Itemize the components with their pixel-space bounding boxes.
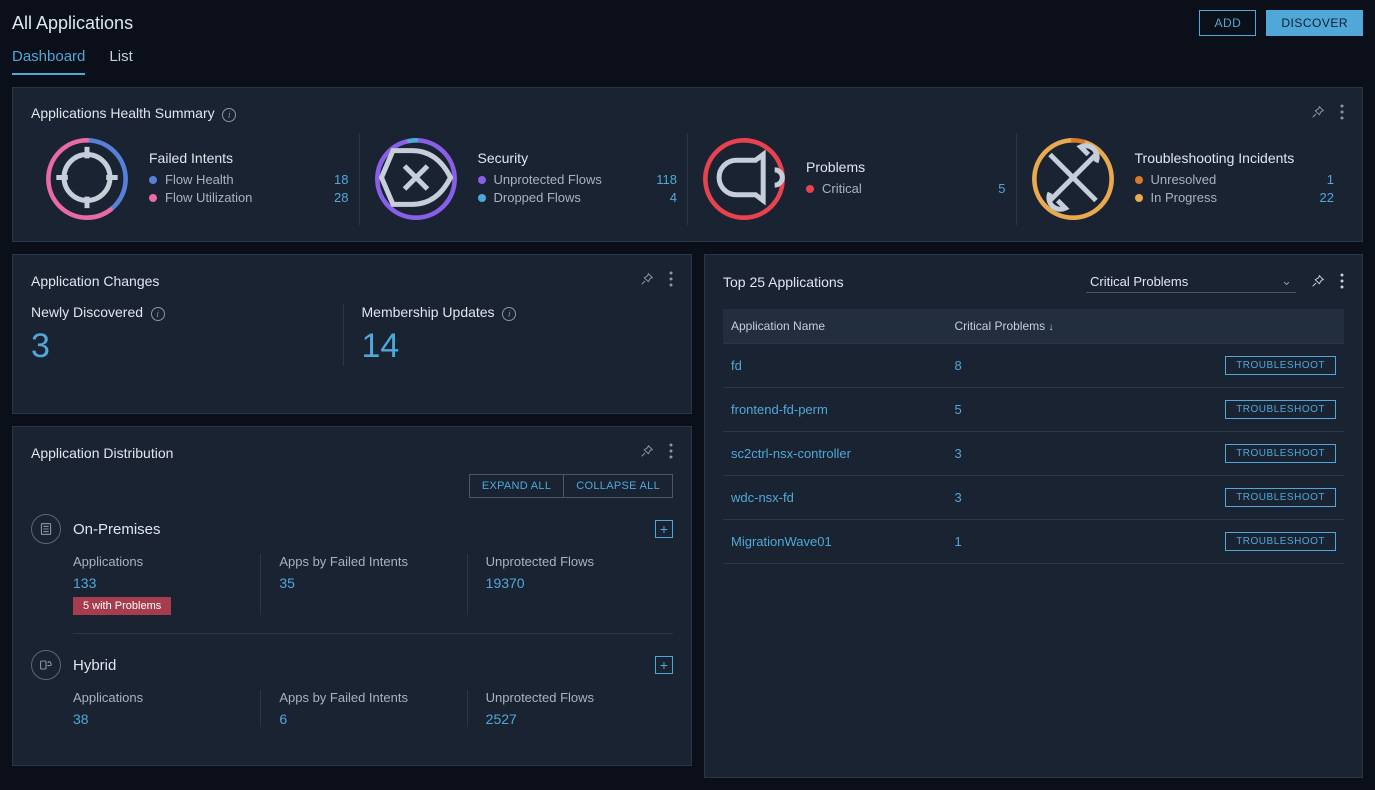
info-icon[interactable]: i <box>151 307 165 321</box>
col-name[interactable]: Application Name <box>723 309 946 344</box>
collapse-all-button[interactable]: COLLAPSE ALL <box>563 474 673 498</box>
application-changes-panel: Application Changes Newly Discovered i 3… <box>12 254 692 414</box>
filter-select[interactable]: Critical Problems <box>1086 271 1296 293</box>
table-row: wdc-nsx-fd3 TROUBLESHOOT <box>723 476 1344 520</box>
legend-value[interactable]: 118 <box>653 172 677 187</box>
health-summary-title: Applications Health Summary <box>31 105 215 121</box>
metric-value[interactable]: 38 <box>73 711 260 727</box>
pin-icon[interactable] <box>639 443 655 462</box>
legend-value[interactable]: 18 <box>325 172 349 187</box>
section-name: On-Premises <box>73 521 643 538</box>
health-summary-panel: Applications Health Summary i <box>12 87 1363 242</box>
section-name: Hybrid <box>73 657 643 674</box>
table-row: MigrationWave011 TROUBLESHOOT <box>723 520 1344 564</box>
metric-value[interactable]: 133 <box>73 575 260 591</box>
table-row: frontend-fd-perm5 TROUBLESHOOT <box>723 388 1344 432</box>
legend-value[interactable]: 28 <box>325 190 349 205</box>
table-row: sc2ctrl-nsx-controller3 TROUBLESHOOT <box>723 432 1344 476</box>
table-row: fd8 TROUBLESHOOT <box>723 344 1344 388</box>
problems-value: 3 <box>946 476 1135 520</box>
membership-updates-value[interactable]: 14 <box>362 327 674 366</box>
health-card-problems: Problems Critical5 <box>687 133 1016 225</box>
shield-icon <box>370 132 462 227</box>
discover-button[interactable]: DISCOVER <box>1266 10 1363 36</box>
metric-value[interactable]: 35 <box>279 575 466 591</box>
problems-badge[interactable]: 5 with Problems <box>73 597 171 615</box>
legend-value[interactable]: 22 <box>1310 190 1334 205</box>
tab-bar: Dashboard List <box>0 36 1375 75</box>
col-problems[interactable]: Critical Problems ↓ <box>946 309 1135 344</box>
app-name-link[interactable]: MigrationWave01 <box>723 520 946 564</box>
legend-value[interactable]: 1 <box>1310 172 1334 187</box>
tab-dashboard[interactable]: Dashboard <box>12 48 85 75</box>
troubleshoot-button[interactable]: TROUBLESHOOT <box>1225 444 1336 463</box>
expand-button[interactable]: + <box>655 520 673 538</box>
pin-icon[interactable] <box>639 271 655 290</box>
info-icon[interactable]: i <box>502 307 516 321</box>
distribution-section-hybrid: Hybrid + Applications 38 Apps by Failed … <box>31 650 673 727</box>
expand-all-button[interactable]: EXPAND ALL <box>469 474 563 498</box>
health-label: Security <box>478 150 678 166</box>
hybrid-icon <box>31 650 61 680</box>
sort-down-icon: ↓ <box>1048 322 1053 333</box>
expand-button[interactable]: + <box>655 656 673 674</box>
pin-icon[interactable] <box>1310 104 1326 123</box>
target-icon <box>41 132 133 227</box>
more-icon[interactable] <box>669 271 673 290</box>
distribution-section-onprem: On-Premises + Applications 133 5 with Pr… <box>31 514 673 634</box>
newly-discovered-value[interactable]: 3 <box>31 327 343 366</box>
app-name-link[interactable]: frontend-fd-perm <box>723 388 946 432</box>
problems-value: 8 <box>946 344 1135 388</box>
health-label: Troubleshooting Incidents <box>1135 150 1335 166</box>
metric-value[interactable]: 2527 <box>486 711 673 727</box>
app-name-link[interactable]: fd <box>723 344 946 388</box>
health-card-security: Security Unprotected Flows118 Dropped Fl… <box>359 133 688 225</box>
app-name-link[interactable]: sc2ctrl-nsx-controller <box>723 432 946 476</box>
datacenter-icon <box>31 514 61 544</box>
health-card-failed-intents: Failed Intents Flow Health18 Flow Utiliz… <box>31 133 359 225</box>
bell-icon <box>698 132 790 227</box>
troubleshoot-button[interactable]: TROUBLESHOOT <box>1225 400 1336 419</box>
metric-value[interactable]: 6 <box>279 711 466 727</box>
distribution-title: Application Distribution <box>31 445 173 461</box>
troubleshoot-button[interactable]: TROUBLESHOOT <box>1225 356 1336 375</box>
info-icon[interactable]: i <box>222 108 236 122</box>
troubleshoot-button[interactable]: TROUBLESHOOT <box>1225 532 1336 551</box>
pin-icon[interactable] <box>1310 273 1326 292</box>
more-icon[interactable] <box>1340 273 1344 292</box>
add-button[interactable]: ADD <box>1199 10 1256 36</box>
top25-title: Top 25 Applications <box>723 274 844 290</box>
page-title: All Applications <box>12 13 133 34</box>
top25-table: Application Name Critical Problems ↓ fd8… <box>723 309 1344 564</box>
legend-value[interactable]: 4 <box>653 190 677 205</box>
health-label: Problems <box>806 159 1006 175</box>
membership-updates-label: Membership Updates <box>362 304 495 320</box>
problems-value: 3 <box>946 432 1135 476</box>
problems-value: 5 <box>946 388 1135 432</box>
newly-discovered-label: Newly Discovered <box>31 304 143 320</box>
application-distribution-panel: Application Distribution EXPAND ALL COLL… <box>12 426 692 766</box>
problems-value: 1 <box>946 520 1135 564</box>
tools-icon <box>1027 132 1119 227</box>
legend-value[interactable]: 5 <box>982 181 1006 196</box>
app-name-link[interactable]: wdc-nsx-fd <box>723 476 946 520</box>
top25-panel: Top 25 Applications Critical Problems Ap… <box>704 254 1363 778</box>
more-icon[interactable] <box>669 443 673 462</box>
troubleshoot-button[interactable]: TROUBLESHOOT <box>1225 488 1336 507</box>
changes-title: Application Changes <box>31 273 159 289</box>
health-label: Failed Intents <box>149 150 349 166</box>
more-icon[interactable] <box>1340 104 1344 123</box>
metric-value[interactable]: 19370 <box>486 575 673 591</box>
health-card-troubleshooting: Troubleshooting Incidents Unresolved1 In… <box>1016 133 1345 225</box>
tab-list[interactable]: List <box>109 48 132 75</box>
